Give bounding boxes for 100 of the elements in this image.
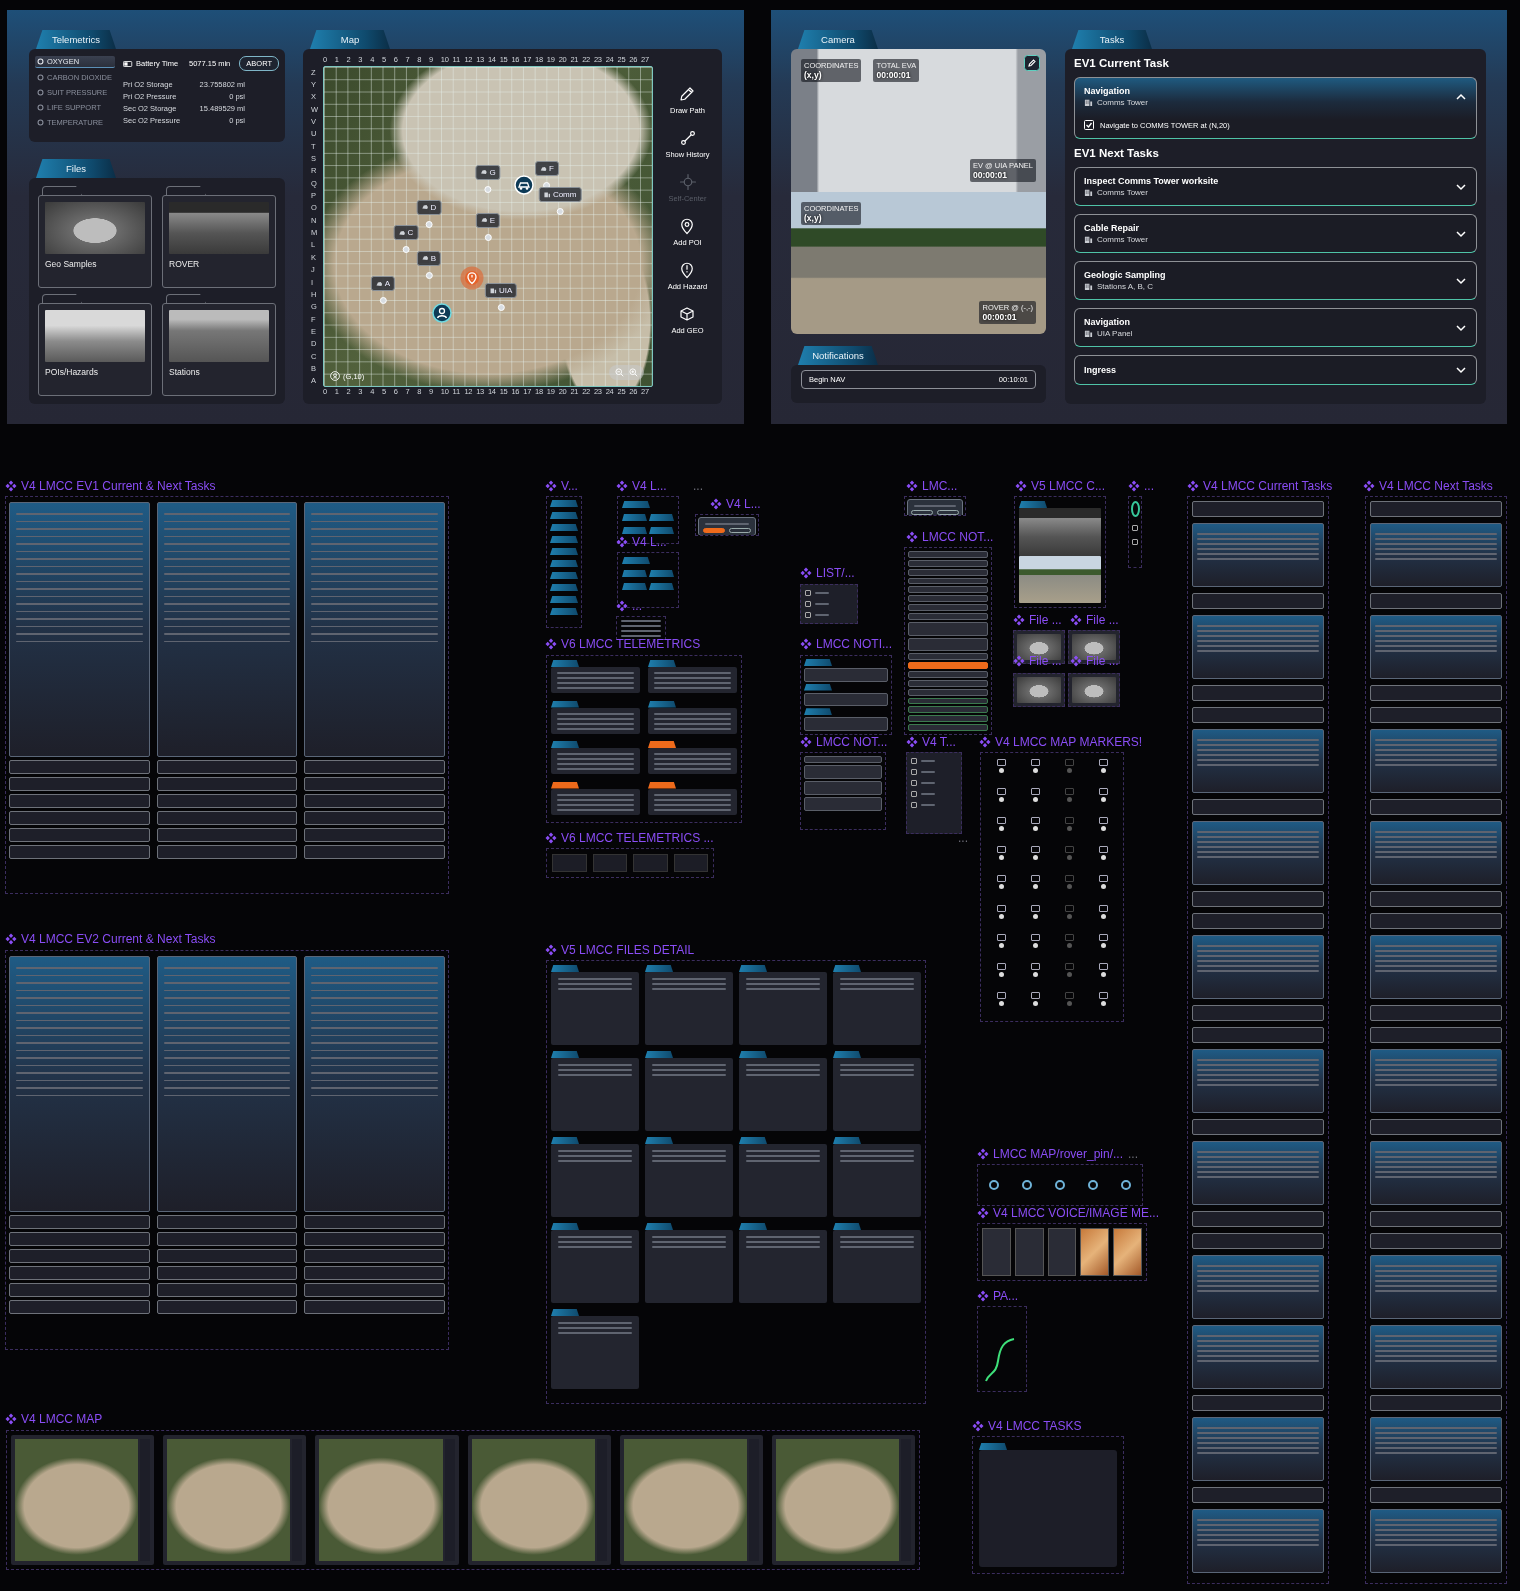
building-icon bbox=[1084, 329, 1093, 338]
task-card[interactable]: Inspect Comms Tower worksite Comms Tower bbox=[1074, 167, 1477, 206]
frame-title[interactable]: ... bbox=[632, 599, 642, 613]
camera-tab[interactable]: Camera bbox=[798, 30, 878, 49]
rock-icon bbox=[540, 165, 548, 172]
component-icon bbox=[5, 933, 17, 945]
component-icon bbox=[1128, 480, 1140, 492]
notifications-tab[interactable]: Notifications bbox=[798, 346, 878, 365]
task-card[interactable]: Geologic Sampling Stations A, B, C bbox=[1074, 261, 1477, 300]
overlay-value: 00:00:01 bbox=[876, 70, 912, 80]
frame-title[interactable]: V4 L... bbox=[632, 479, 667, 493]
component-icon bbox=[545, 944, 557, 956]
frame-title[interactable]: File ... bbox=[1029, 613, 1062, 627]
frame-title[interactable]: LMCC NOTI... bbox=[816, 637, 892, 651]
frame-title[interactable]: V6 LMCC TELEMETRICS bbox=[561, 637, 701, 651]
frame-title[interactable]: V4 LMCC MAP MARKERS! bbox=[995, 735, 1143, 749]
marker-dot bbox=[379, 297, 387, 305]
geo-marker[interactable]: F bbox=[535, 161, 559, 177]
frame-title[interactable]: PA... bbox=[993, 1289, 1019, 1303]
component-icon bbox=[1070, 655, 1082, 667]
geo-marker[interactable]: A bbox=[370, 276, 396, 292]
marker-dot bbox=[556, 207, 564, 215]
task-card[interactable]: Cable Repair Comms Tower bbox=[1074, 214, 1477, 253]
frame-title[interactable]: V4 T... bbox=[922, 735, 956, 749]
frame-title[interactable]: File ... bbox=[1086, 613, 1119, 627]
frame-title[interactable]: ... bbox=[693, 479, 703, 493]
marker-dot bbox=[484, 233, 492, 241]
frame-title[interactable]: LMCC MAP/rover_pin/... bbox=[993, 1147, 1124, 1161]
frame-title[interactable]: V4 LMCC EV1 Current & Next Tasks bbox=[21, 479, 216, 493]
task-title: Cable Repair bbox=[1084, 223, 1141, 233]
component-icon bbox=[977, 1290, 989, 1302]
task-location: Comms Tower bbox=[1097, 235, 1148, 244]
frame-title[interactable]: V5 LMCC C... bbox=[1031, 479, 1105, 493]
rover-marker-icon[interactable] bbox=[514, 175, 535, 195]
geo-marker[interactable]: D bbox=[416, 199, 442, 215]
geo-marker[interactable]: E bbox=[475, 212, 501, 228]
frame-title[interactable]: V4 LMCC TASKS bbox=[988, 1419, 1082, 1433]
component-icon bbox=[979, 736, 991, 748]
geo-marker[interactable]: G bbox=[475, 164, 501, 180]
frame-title[interactable]: File ... bbox=[1029, 654, 1062, 668]
file-card-thumbnail bbox=[1068, 673, 1120, 707]
frame-title[interactable]: V6 LMCC TELEMETRICS ... bbox=[561, 831, 714, 845]
folder-card[interactable]: POIs/Hazards bbox=[38, 303, 152, 396]
frame-title[interactable]: V4 LMCC MAP bbox=[21, 1412, 103, 1426]
folder-label: Stations bbox=[169, 367, 201, 377]
frame-title[interactable]: V... bbox=[561, 479, 578, 493]
marker-dot bbox=[484, 185, 492, 193]
frame-title[interactable]: ... bbox=[1128, 1147, 1138, 1161]
geo-marker[interactable]: C bbox=[393, 225, 419, 241]
frame-title[interactable]: V5 LMCC FILES DETAIL bbox=[561, 943, 695, 957]
frame-title[interactable]: File ... bbox=[1086, 654, 1119, 668]
edit-icon[interactable] bbox=[1024, 55, 1040, 71]
station-marker[interactable]: Comm bbox=[538, 186, 582, 202]
frame-title[interactable]: LMCC NOT... bbox=[922, 530, 994, 544]
component-icon bbox=[5, 1413, 17, 1425]
frame-title[interactable]: V4 LMCC EV2 Current & Next Tasks bbox=[21, 932, 216, 946]
files-tab[interactable]: Files bbox=[36, 159, 116, 178]
frame-title[interactable]: V4 L... bbox=[632, 535, 667, 549]
folder-card[interactable]: Geo Samples bbox=[38, 195, 152, 288]
frame-title[interactable]: V4 LMCC Current Tasks bbox=[1203, 479, 1333, 493]
map-tab[interactable]: Map bbox=[310, 30, 390, 49]
task-card[interactable]: Ingress bbox=[1074, 355, 1477, 385]
station-marker[interactable]: UIA bbox=[484, 282, 518, 298]
battery-icon bbox=[123, 60, 133, 67]
user-location-icon[interactable] bbox=[432, 302, 453, 323]
component-icon bbox=[1013, 614, 1025, 626]
task-location: Comms Tower bbox=[1097, 188, 1148, 197]
frame-title[interactable]: V4 LMCC Next Tasks bbox=[1379, 479, 1493, 493]
frame-title[interactable]: LIST/... bbox=[816, 566, 855, 580]
folder-card[interactable]: Stations bbox=[162, 303, 276, 396]
frame-title[interactable]: ... bbox=[1144, 479, 1154, 493]
icon-column-thumbnail bbox=[1128, 496, 1142, 568]
component-icon bbox=[1187, 480, 1199, 492]
frame-title[interactable]: V4 L... bbox=[726, 497, 761, 511]
frame-title[interactable]: LMC... bbox=[922, 479, 958, 493]
tasks-tab[interactable]: Tasks bbox=[1072, 30, 1152, 49]
frame-title[interactable]: V4 LMCC VOICE/IMAGE ME... bbox=[993, 1206, 1160, 1220]
text-lines-thumbnail bbox=[616, 616, 666, 640]
frame-title[interactable]: LMCC NOT... bbox=[816, 735, 888, 749]
task-title: Navigation bbox=[1084, 86, 1131, 96]
component-icon bbox=[710, 498, 722, 510]
hazard-marker-icon[interactable] bbox=[459, 265, 484, 290]
component-icon bbox=[906, 480, 918, 492]
tab-pairs-thumbnail bbox=[617, 552, 679, 608]
section-heading: EV1 Current Task bbox=[1074, 57, 1170, 69]
marker-dot bbox=[402, 246, 410, 254]
cube-icon bbox=[678, 305, 697, 323]
task-card[interactable]: Navigation UIA Panel bbox=[1074, 308, 1477, 347]
checkbox-checked-icon[interactable] bbox=[1084, 120, 1094, 130]
geo-marker[interactable]: B bbox=[416, 250, 442, 266]
overlay-value: 00:00:01 bbox=[973, 169, 1009, 180]
dialog-thumbnail bbox=[904, 496, 966, 516]
marker-dot bbox=[497, 303, 505, 311]
overlay-value: 00:00:01 bbox=[982, 312, 1018, 322]
folder-card[interactable]: ROVER bbox=[162, 195, 276, 288]
frame-title[interactable]: ... bbox=[958, 831, 968, 845]
telemetrics-tab[interactable]: Telemetrics bbox=[36, 30, 116, 49]
folder-label: POIs/Hazards bbox=[45, 367, 99, 377]
component-icon bbox=[800, 567, 812, 579]
building-icon bbox=[1084, 282, 1093, 291]
